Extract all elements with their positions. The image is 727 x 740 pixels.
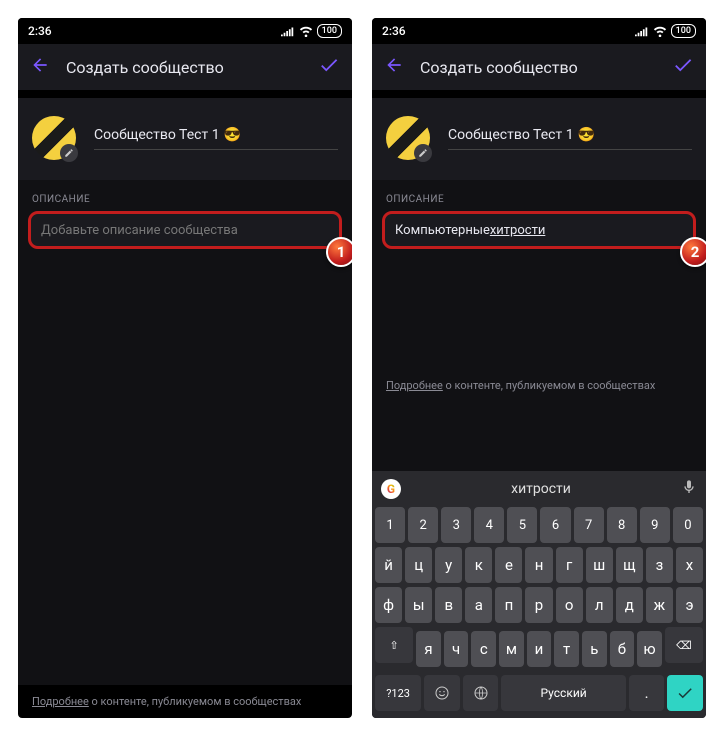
key-п[interactable]: п <box>495 587 522 623</box>
phone-screenshot-2: 2:36 100 Создать сообщество Сообщество Т… <box>372 18 706 718</box>
key-6[interactable]: 6 <box>540 507 570 543</box>
key-е[interactable]: е <box>495 547 522 583</box>
enter-key[interactable] <box>667 675 703 711</box>
signal-icon <box>635 25 649 37</box>
key-н[interactable]: н <box>525 547 552 583</box>
key-л[interactable]: л <box>586 587 613 623</box>
app-bar: Создать сообщество <box>372 44 706 90</box>
edit-avatar-button[interactable] <box>60 144 78 162</box>
key-к[interactable]: к <box>465 547 492 583</box>
signal-icon <box>281 25 295 37</box>
description-label: ОПИСАНИЕ <box>372 180 706 211</box>
battery-icon: 100 <box>317 24 342 38</box>
status-bar: 2:36 100 <box>372 18 706 44</box>
key-з[interactable]: з <box>646 547 673 583</box>
key-ы[interactable]: ы <box>405 587 432 623</box>
space-key[interactable]: Русский <box>501 675 625 711</box>
phone-screenshot-1: 2:36 100 Создать сообщество Сообщество Т… <box>18 18 352 718</box>
description-label: ОПИСАНИЕ <box>18 180 352 211</box>
key-б[interactable]: б <box>610 631 635 667</box>
wifi-icon <box>653 25 667 37</box>
key-ф[interactable]: ф <box>375 587 402 623</box>
key-4[interactable]: 4 <box>474 507 504 543</box>
emoji-key[interactable] <box>424 675 460 711</box>
key-й[interactable]: й <box>375 547 402 583</box>
community-avatar[interactable] <box>32 116 76 160</box>
back-button[interactable] <box>30 55 50 79</box>
status-bar: 2:36 100 <box>18 18 352 44</box>
community-avatar[interactable] <box>386 116 430 160</box>
page-title: Создать сообщество <box>66 58 302 77</box>
description-input[interactable]: Добавьте описание сообщества <box>28 211 342 249</box>
key-7[interactable]: 7 <box>574 507 604 543</box>
key-т[interactable]: т <box>554 631 579 667</box>
content-area <box>18 249 352 685</box>
key-х[interactable]: х <box>676 547 703 583</box>
key-в[interactable]: в <box>435 587 462 623</box>
description-wrap: Добавьте описание сообщества 1 <box>18 211 352 249</box>
app-bar: Создать сообщество <box>18 44 352 90</box>
key-у[interactable]: у <box>435 547 462 583</box>
status-time: 2:36 <box>28 24 52 38</box>
key-0[interactable]: 0 <box>673 507 703 543</box>
page-title: Создать сообщество <box>420 58 656 77</box>
more-info-link[interactable]: Подробнее о контенте, публикуемом в сооб… <box>18 685 352 718</box>
status-icons: 100 <box>281 24 342 38</box>
step-badge-2: 2 <box>680 237 706 267</box>
key-я[interactable]: я <box>416 631 441 667</box>
back-button[interactable] <box>384 55 404 79</box>
content-area: Подробнее о контенте, публикуемом в сооб… <box>372 249 706 471</box>
key-8[interactable]: 8 <box>607 507 637 543</box>
key-ю[interactable]: ю <box>637 631 662 667</box>
key-1[interactable]: 1 <box>375 507 405 543</box>
mic-icon[interactable] <box>681 479 697 499</box>
status-icons: 100 <box>635 24 696 38</box>
key-3[interactable]: 3 <box>441 507 471 543</box>
pencil-icon <box>64 148 74 158</box>
keyboard: G хитрости 1234567890 йцукенгшщзх фывапр… <box>372 471 706 718</box>
key-ж[interactable]: ж <box>646 587 673 623</box>
backspace-key[interactable]: ⌫ <box>665 627 703 663</box>
key-ш[interactable]: ш <box>586 547 613 583</box>
community-name-input[interactable]: Сообщество Тест 1 😎 <box>94 127 338 150</box>
key-р[interactable]: р <box>525 587 552 623</box>
community-name-input[interactable]: Сообщество Тест 1 😎 <box>448 127 692 150</box>
wifi-icon <box>299 25 313 37</box>
edit-avatar-button[interactable] <box>414 144 432 162</box>
community-name-section: Сообщество Тест 1 😎 <box>18 98 352 180</box>
suggestion-text[interactable]: хитрости <box>409 481 673 497</box>
numeric-key[interactable]: ?123 <box>375 675 421 711</box>
suggestion-bar: G хитрости <box>375 475 703 503</box>
confirm-button[interactable] <box>672 54 694 80</box>
key-щ[interactable]: щ <box>616 547 643 583</box>
description-input[interactable]: Компьютерные хитрости <box>382 211 696 249</box>
battery-icon: 100 <box>671 24 696 38</box>
globe-key[interactable] <box>463 675 499 711</box>
shift-key[interactable]: ⇧ <box>375 627 413 663</box>
status-time: 2:36 <box>382 24 406 38</box>
period-key[interactable]: . <box>629 675 665 711</box>
pencil-icon <box>418 148 428 158</box>
key-а[interactable]: а <box>465 587 492 623</box>
key-с[interactable]: с <box>471 631 496 667</box>
google-icon[interactable]: G <box>381 479 401 499</box>
key-и[interactable]: и <box>527 631 552 667</box>
community-name-section: Сообщество Тест 1 😎 <box>372 98 706 180</box>
key-ц[interactable]: ц <box>405 547 432 583</box>
key-ь[interactable]: ь <box>582 631 607 667</box>
key-ч[interactable]: ч <box>444 631 469 667</box>
key-д[interactable]: д <box>616 587 643 623</box>
key-5[interactable]: 5 <box>507 507 537 543</box>
more-info-link[interactable]: Подробнее о контенте, публикуемом в сооб… <box>372 369 706 402</box>
key-2[interactable]: 2 <box>408 507 438 543</box>
key-о[interactable]: о <box>556 587 583 623</box>
key-э[interactable]: э <box>676 587 703 623</box>
key-м[interactable]: м <box>499 631 524 667</box>
description-wrap: Компьютерные хитрости 2 <box>372 211 706 249</box>
key-9[interactable]: 9 <box>640 507 670 543</box>
key-г[interactable]: г <box>556 547 583 583</box>
confirm-button[interactable] <box>318 54 340 80</box>
step-badge-1: 1 <box>326 237 352 267</box>
